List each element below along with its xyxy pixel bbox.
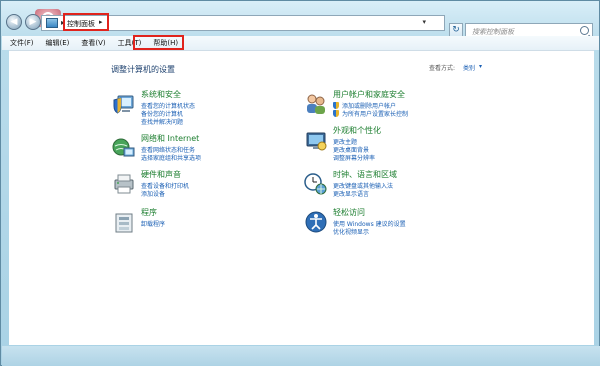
chevron-down-icon[interactable]: ▾ — [422, 18, 426, 26]
shield-icon — [333, 102, 339, 109]
breadcrumb-highlight-box — [63, 13, 109, 31]
menu-bar: 文件(F) 编辑(E) 查看(V) 工具(T) 帮助(H) — [2, 36, 599, 50]
shield-computer-icon — [113, 95, 134, 114]
view-by-chevron-icon[interactable]: ▾ — [479, 63, 482, 70]
category-title-hardware-sound[interactable]: 硬件和声音 — [141, 169, 181, 180]
link-troubleshoot[interactable]: 查找并解决问题 — [141, 117, 183, 126]
link-uninstall-program[interactable]: 卸载程序 — [141, 219, 165, 228]
category-title-appearance[interactable]: 外观和个性化 — [333, 125, 381, 136]
menu-edit[interactable]: 编辑(E) — [46, 38, 70, 48]
main-content: 调整计算机的设置 查看方式: 类别 ▾ 系统和安全 查看您的计算机状态 备份您的… — [9, 50, 594, 345]
shield-icon — [333, 110, 339, 117]
link-change-display-language[interactable]: 更改显示语言 — [333, 189, 369, 198]
system-security-highlight-box — [133, 35, 184, 50]
search-icon[interactable] — [580, 26, 589, 35]
link-homegroup-sharing[interactable]: 选择家庭组和共享选项 — [141, 153, 201, 162]
page-title: 调整计算机的设置 — [111, 65, 175, 74]
link-adjust-resolution[interactable]: 调整屏幕分辨率 — [333, 153, 375, 162]
category-title-system-security[interactable]: 系统和安全 — [141, 89, 181, 100]
link-parental-controls[interactable]: 为所有用户设置家长控制 — [342, 109, 408, 118]
forward-button[interactable]: ▶ — [25, 14, 41, 30]
refresh-icon: ↻ — [452, 25, 460, 35]
accessibility-icon — [305, 211, 327, 233]
link-optimize-display[interactable]: 优化视频显示 — [333, 227, 369, 236]
control-panel-window: ◀ ▶ ▸ 控制面板 ▸ ▾ ↻ 搜索控制面板 文件(F) 编辑(E) 查看(V… — [0, 0, 600, 366]
control-panel-icon — [46, 18, 58, 28]
menu-file[interactable]: 文件(F) — [10, 38, 34, 48]
back-button[interactable]: ◀ — [6, 14, 22, 30]
printer-icon — [114, 174, 134, 194]
appearance-icon — [306, 132, 327, 151]
users-icon — [307, 94, 325, 114]
category-title-clock-language-region[interactable]: 时钟、语言和区域 — [333, 169, 397, 180]
category-title-ease-of-access[interactable]: 轻松访问 — [333, 207, 365, 218]
clock-globe-icon — [304, 173, 327, 195]
network-globe-icon — [112, 138, 135, 157]
link-add-device[interactable]: 添加设备 — [141, 189, 165, 198]
refresh-button[interactable]: ↻ — [449, 23, 463, 37]
category-title-user-accounts[interactable]: 用户帐户和家庭安全 — [333, 89, 405, 100]
category-title-network-internet[interactable]: 网络和 Internet — [141, 133, 199, 144]
view-by-dropdown[interactable]: 类别 — [463, 63, 475, 72]
programs-icon — [115, 213, 133, 233]
category-title-programs[interactable]: 程序 — [141, 207, 157, 218]
view-by-label: 查看方式: — [429, 65, 456, 72]
status-strip — [2, 346, 600, 366]
menu-view[interactable]: 查看(V) — [81, 38, 105, 48]
